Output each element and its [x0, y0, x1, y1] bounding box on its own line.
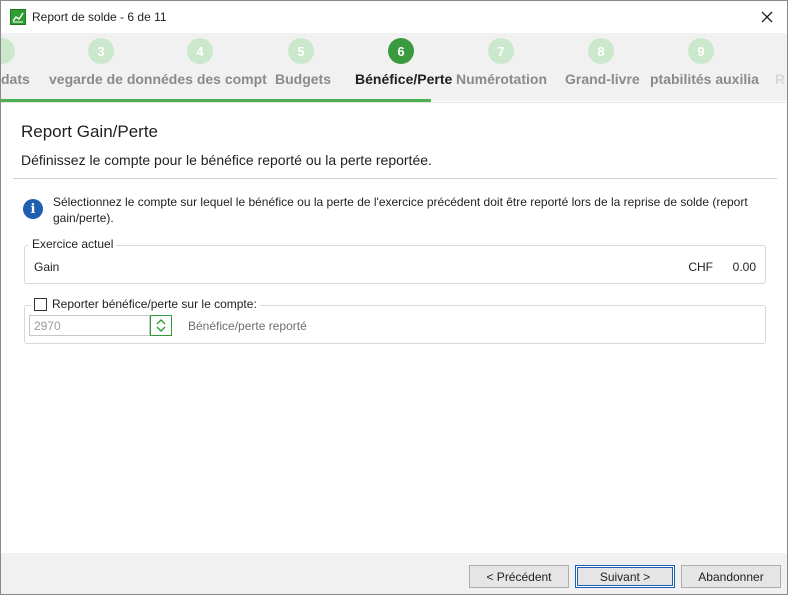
title-bar: Report de solde - 6 de 11 — [1, 1, 787, 33]
account-description: Bénéfice/perte reporté — [188, 319, 307, 333]
spin-arrows-icon — [156, 319, 166, 332]
info-text: Sélectionnez le compte sur lequel le bén… — [53, 195, 748, 225]
step-label: R — [775, 71, 786, 87]
step-number: 8 — [588, 38, 614, 64]
button-bar: < Précédent Suivant > Abandonner — [1, 553, 787, 594]
page-subtitle: Définissez le compte pour le bénéfice re… — [21, 152, 432, 168]
info-icon: i — [23, 199, 43, 219]
close-icon — [761, 11, 773, 23]
window-title: Report de solde - 6 de 11 — [32, 10, 167, 24]
next-button[interactable]: Suivant > — [575, 565, 675, 588]
content-divider — [13, 178, 777, 179]
step-label: dats — [1, 71, 30, 87]
cancel-button[interactable]: Abandonner — [681, 565, 781, 588]
account-number-input[interactable] — [29, 315, 150, 336]
app-chart-icon — [10, 9, 26, 25]
close-button[interactable] — [753, 5, 781, 29]
step-label: Bénéfice/Perte — [355, 71, 453, 87]
carry-forward-legend: Reporter bénéfice/perte sur le compte: — [31, 297, 260, 311]
carry-forward-checkbox[interactable] — [34, 298, 47, 311]
step-number: 5 — [288, 38, 314, 64]
carry-forward-checkbox-label: Reporter bénéfice/perte sur le compte: — [52, 297, 257, 311]
current-year-legend: Exercice actuel — [29, 237, 117, 251]
step-number: 4 — [187, 38, 213, 64]
step-label: Numérotation — [456, 71, 547, 87]
step-number: 3 — [88, 38, 114, 64]
gain-amount: 0.00 — [732, 260, 756, 274]
gain-label: Gain — [34, 260, 60, 274]
step-number: 6 — [388, 38, 414, 64]
current-year-group: Gain CHF 0.00 — [24, 245, 766, 284]
step-number: 9 — [688, 38, 714, 64]
steps-divider — [1, 102, 787, 103]
step-label: vegarde de donnédes des compt — [49, 71, 267, 87]
account-spinner-button[interactable] — [150, 315, 172, 336]
step-label: Budgets — [275, 71, 331, 87]
dialog-window: Report de solde - 6 de 11 dats 3 vegarde… — [0, 0, 788, 595]
page-title: Report Gain/Perte — [21, 122, 159, 141]
step-label: ptabilités auxilia — [650, 71, 759, 87]
step-label: Grand-livre — [565, 71, 640, 87]
currency-label: CHF — [688, 260, 713, 274]
step-number: 7 — [488, 38, 514, 64]
wizard-steps: dats 3 vegarde de donnédes des compt 4 5… — [1, 33, 787, 101]
previous-button[interactable]: < Précédent — [469, 565, 569, 588]
step-number — [1, 38, 15, 64]
